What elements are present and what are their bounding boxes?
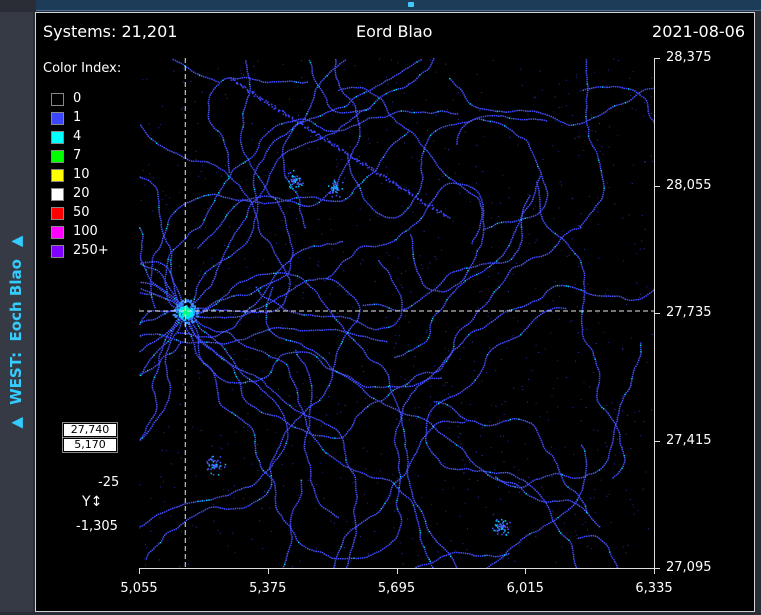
legend-swatch xyxy=(51,131,64,144)
legend-label: 20 xyxy=(73,186,90,201)
top-tab-bar[interactable] xyxy=(36,0,761,11)
map-panel: Systems: 21,201 Eord Blao 2021-08-06 Col… xyxy=(35,12,755,612)
legend-title: Color Index: xyxy=(43,61,122,76)
up-down-arrow-icon: ↕ xyxy=(90,494,103,510)
x-tick-label: 5,055 xyxy=(120,581,158,596)
legend-swatch xyxy=(51,226,64,239)
x-tick-mark xyxy=(654,568,655,574)
x-tick-label: 6,015 xyxy=(506,581,544,596)
readout-x: 5,170 xyxy=(62,437,118,453)
legend-item: 4 xyxy=(51,129,141,144)
y-tick-mark xyxy=(654,313,660,314)
z-range-bottom: -1,305 xyxy=(76,519,118,534)
legend-label: 10 xyxy=(73,167,90,182)
sector-title: Eord Blao xyxy=(356,22,433,41)
arrow-up-icon: ▲ xyxy=(7,235,25,248)
legend-label: 100 xyxy=(73,224,98,239)
y-tick-label: 28,375 xyxy=(666,50,712,65)
x-tick-mark xyxy=(139,568,140,574)
legend-item: 100 xyxy=(51,224,141,239)
legend-swatch xyxy=(51,93,64,106)
legend-item: 20 xyxy=(51,186,141,201)
legend-item: 7 xyxy=(51,148,141,163)
y-tick-mark xyxy=(654,185,660,187)
density-map-plot[interactable] xyxy=(139,58,654,568)
legend-label: 1 xyxy=(73,110,82,125)
y-tick-mark xyxy=(654,58,660,59)
legend-label: 50 xyxy=(73,205,90,220)
y-tick-label: 27,095 xyxy=(666,560,712,575)
west-nav-sidebar[interactable]: ▲ WEST: Eoch Blao ▲ xyxy=(0,12,33,612)
legend-item: 250+ xyxy=(51,243,141,258)
west-nav-text: WEST: Eoch Blao xyxy=(7,259,25,405)
legend-swatch xyxy=(51,245,64,258)
z-axis-label: Y xyxy=(82,494,91,510)
y-tick-label: 27,415 xyxy=(666,432,712,448)
legend-item: 50 xyxy=(51,205,141,220)
z-range-top: -25 xyxy=(98,475,120,490)
density-map-canvas[interactable] xyxy=(139,58,654,568)
data-date: 2021-08-06 xyxy=(652,22,745,41)
legend-item: 0 xyxy=(51,91,141,106)
y-tick-label: 27,735 xyxy=(666,305,712,320)
arrow-up-icon: ▲ xyxy=(7,416,25,429)
legend-label: 0 xyxy=(73,91,82,106)
legend-item: 1 xyxy=(51,110,141,125)
x-tick-label: 6,335 xyxy=(635,581,673,596)
legend-swatch xyxy=(51,188,64,201)
legend-swatch xyxy=(51,207,64,220)
legend-label: 250+ xyxy=(73,243,109,258)
star-density-points xyxy=(139,58,654,568)
x-tick-mark xyxy=(525,568,527,574)
y-tick-mark xyxy=(654,440,660,442)
legend-label: 4 xyxy=(73,129,82,144)
x-tick-label: 5,375 xyxy=(249,581,287,596)
x-tick-mark xyxy=(396,568,398,574)
west-nav-label[interactable]: ▲ WEST: Eoch Blao ▲ xyxy=(7,236,25,429)
legend-swatch xyxy=(51,150,64,163)
readout-y: 27,740 xyxy=(62,422,118,438)
legend-item: 10 xyxy=(51,167,141,182)
tab-indicator-icon xyxy=(408,2,414,7)
y-tick-label: 28,055 xyxy=(666,177,712,193)
x-tick-mark xyxy=(267,568,269,574)
legend-label: 7 xyxy=(73,148,82,163)
legend-swatch xyxy=(51,169,64,182)
coordinate-readout: 27,740 5,170 xyxy=(62,422,118,453)
x-tick-label: 5,695 xyxy=(377,581,416,596)
systems-count: Systems: 21,201 xyxy=(43,22,178,41)
legend-swatch xyxy=(51,112,64,125)
z-axis-control[interactable]: Y↕ xyxy=(82,494,102,510)
